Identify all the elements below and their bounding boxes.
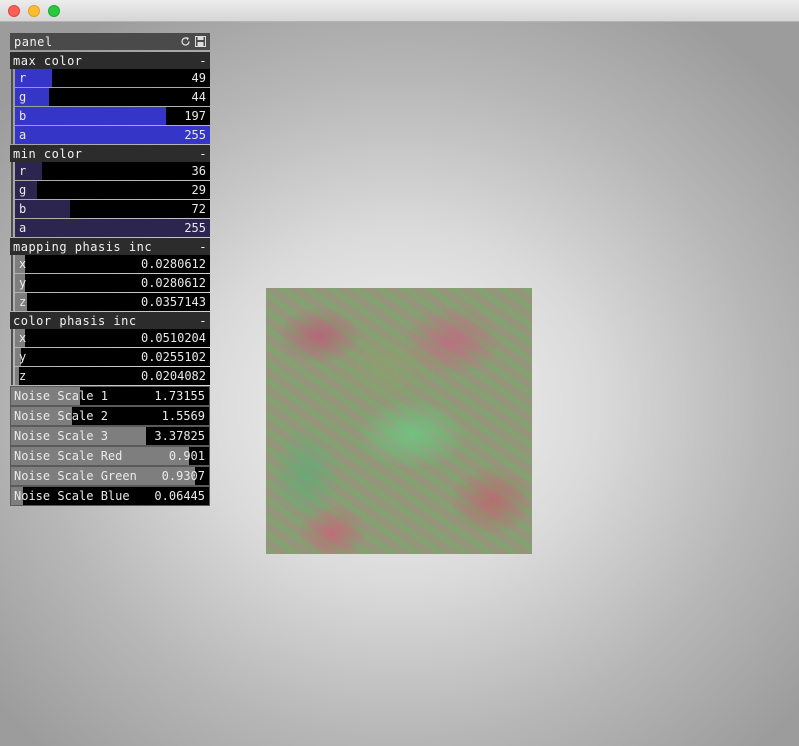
slider-wrapper: Noise Scale 3 3.37825 xyxy=(10,426,210,446)
slider-label: Noise Scale 2 xyxy=(14,409,108,423)
slider-color-phasis-inc-y[interactable]: y 0.0255102 xyxy=(15,348,210,366)
slider-max-color-a[interactable]: a 255 xyxy=(15,126,210,144)
slider-noise-scale-2[interactable]: Noise Scale 2 1.5569 xyxy=(11,407,209,425)
slider-min-color-b[interactable]: b 72 xyxy=(15,200,210,218)
slider-value: 0.0510204 xyxy=(140,331,206,345)
slider-fill xyxy=(15,219,210,237)
slider-label: z xyxy=(19,369,27,383)
maximize-window-button[interactable] xyxy=(48,5,60,17)
slider-value: 0.0280612 xyxy=(140,257,206,271)
slider-value: 1.5569 xyxy=(161,409,205,423)
settings-panel: panel max color - r 49 g 44 b 197 a 255 min color -… xyxy=(10,33,210,506)
slider-noise-scale-1[interactable]: Noise Scale 1 1.73155 xyxy=(11,387,209,405)
slider-max-color-b[interactable]: b 197 xyxy=(15,107,210,125)
slider-label: x xyxy=(19,331,27,345)
slider-value: 0.0357143 xyxy=(140,295,206,309)
slider-max-color-g[interactable]: g 44 xyxy=(15,88,210,106)
group-title: color phasis inc xyxy=(13,313,137,328)
slider-value: 0.0255102 xyxy=(140,350,206,364)
slider-value: 3.37825 xyxy=(154,429,205,443)
panel-title: panel xyxy=(14,34,53,49)
slider-value: 0.901 xyxy=(168,449,205,463)
noise-sliders: Noise Scale 1 1.73155 Noise Scale 2 1.5569 N… xyxy=(10,386,210,506)
minimize-window-button[interactable] xyxy=(28,5,40,17)
group-title: max color xyxy=(13,53,83,68)
slider-color-phasis-inc-x[interactable]: x 0.0510204 xyxy=(15,329,210,347)
slider-label: b xyxy=(19,202,27,216)
slider-noise-scale-blue[interactable]: Noise Scale Blue 0.06445 xyxy=(11,487,209,505)
collapse-toggle[interactable]: - xyxy=(197,240,207,254)
slider-label: r xyxy=(19,164,27,178)
slider-noise-scale-green[interactable]: Noise Scale Green 0.9307 xyxy=(11,467,209,485)
slider-fill xyxy=(15,126,210,144)
slider-value: 197 xyxy=(184,109,206,123)
save-icon[interactable] xyxy=(195,36,206,47)
group-header-mapping-phasis-inc[interactable]: mapping phasis inc - xyxy=(10,238,210,255)
slider-wrapper: Noise Scale Green 0.9307 xyxy=(10,466,210,486)
slider-fill xyxy=(15,107,166,125)
slider-color-phasis-inc-z[interactable]: z 0.0204082 xyxy=(15,367,210,385)
panel-groups: max color - r 49 g 44 b 197 a 255 min color - r 36 g 29… xyxy=(10,52,210,385)
slider-min-color-g[interactable]: g 29 xyxy=(15,181,210,199)
slider-value: 0.0280612 xyxy=(140,276,206,290)
slider-label: Noise Scale 3 xyxy=(14,429,108,443)
slider-label: Noise Scale 1 xyxy=(14,389,108,403)
group-rows-color-phasis-inc: x 0.0510204 y 0.0255102 z 0.0204082 xyxy=(11,329,210,385)
slider-wrapper: Noise Scale Red 0.901 xyxy=(10,446,210,466)
slider-value: 29 xyxy=(191,183,206,197)
slider-label: z xyxy=(19,295,27,309)
group-rows-mapping-phasis-inc: x 0.0280612 y 0.0280612 z 0.0357143 xyxy=(11,255,210,311)
slider-wrapper: Noise Scale 2 1.5569 xyxy=(10,406,210,426)
slider-mapping-phasis-inc-x[interactable]: x 0.0280612 xyxy=(15,255,210,273)
slider-mapping-phasis-inc-y[interactable]: y 0.0280612 xyxy=(15,274,210,292)
slider-label: y xyxy=(19,350,27,364)
slider-value: 49 xyxy=(191,71,206,85)
slider-label: Noise Scale Green xyxy=(14,469,137,483)
slider-label: Noise Scale Red xyxy=(14,449,123,463)
collapse-toggle[interactable]: - xyxy=(197,314,207,328)
slider-max-color-r[interactable]: r 49 xyxy=(15,69,210,87)
slider-value: 1.73155 xyxy=(154,389,205,403)
collapse-toggle[interactable]: - xyxy=(197,54,207,68)
slider-label: a xyxy=(19,221,27,235)
slider-value: 72 xyxy=(191,202,206,216)
noise-texture-image xyxy=(266,288,532,554)
panel-header[interactable]: panel xyxy=(10,33,210,50)
slider-min-color-r[interactable]: r 36 xyxy=(15,162,210,180)
group-rows-min-color: r 36 g 29 b 72 a 255 xyxy=(11,162,210,237)
slider-value: 0.0204082 xyxy=(140,369,206,383)
slider-noise-scale-3[interactable]: Noise Scale 3 3.37825 xyxy=(11,427,209,445)
slider-label: Noise Scale Blue xyxy=(14,489,130,503)
slider-value: 255 xyxy=(184,128,206,142)
slider-value: 255 xyxy=(184,221,206,235)
group-header-min-color[interactable]: min color - xyxy=(10,145,210,162)
group-header-max-color[interactable]: max color - xyxy=(10,52,210,69)
group-title: min color xyxy=(13,146,83,161)
slider-label: y xyxy=(19,276,27,290)
window-titlebar xyxy=(0,0,799,22)
slider-label: g xyxy=(19,183,27,197)
close-window-button[interactable] xyxy=(8,5,20,17)
slider-label: r xyxy=(19,71,27,85)
slider-min-color-a[interactable]: a 255 xyxy=(15,219,210,237)
slider-label: b xyxy=(19,109,27,123)
group-header-color-phasis-inc[interactable]: color phasis inc - xyxy=(10,312,210,329)
collapse-toggle[interactable]: - xyxy=(197,147,207,161)
refresh-icon[interactable] xyxy=(180,36,191,47)
slider-value: 44 xyxy=(191,90,206,104)
group-title: mapping phasis inc xyxy=(13,239,153,254)
slider-label: g xyxy=(19,90,27,104)
slider-noise-scale-red[interactable]: Noise Scale Red 0.901 xyxy=(11,447,209,465)
slider-label: a xyxy=(19,128,27,142)
group-rows-max-color: r 49 g 44 b 197 a 255 xyxy=(11,69,210,144)
slider-wrapper: Noise Scale Blue 0.06445 xyxy=(10,486,210,506)
slider-mapping-phasis-inc-z[interactable]: z 0.0357143 xyxy=(15,293,210,311)
slider-value: 0.9307 xyxy=(161,469,205,483)
slider-value: 0.06445 xyxy=(154,489,205,503)
slider-wrapper: Noise Scale 1 1.73155 xyxy=(10,386,210,406)
slider-value: 36 xyxy=(191,164,206,178)
slider-label: x xyxy=(19,257,27,271)
